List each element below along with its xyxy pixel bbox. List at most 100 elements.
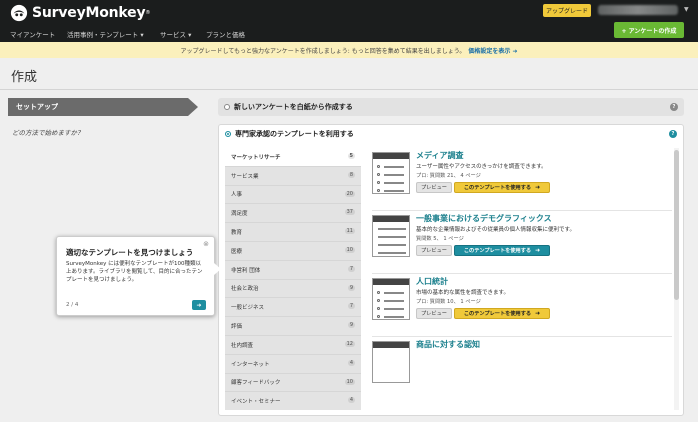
category-item[interactable]: 一般ビジネス 7 [225, 298, 361, 318]
category-item[interactable]: 評価 9 [225, 317, 361, 336]
create-survey-button[interactable]: + アンケートの作成 [614, 22, 684, 38]
template-list-scrollbar[interactable] [674, 148, 679, 410]
logo-registered-mark: ® [145, 10, 151, 16]
category-label: 一般ビジネス [231, 305, 265, 312]
category-label: マーケットリサーチ [231, 154, 281, 161]
category-item[interactable]: 非営利 団体 7 [225, 261, 361, 280]
category-item[interactable]: 医療 10 [225, 242, 361, 261]
upgrade-button[interactable]: アップグレード [543, 4, 591, 17]
nav-my-surveys[interactable]: マイアンケート [10, 29, 55, 39]
nav-examples-templates[interactable]: 活用事例・テンプレート ▾ [67, 29, 144, 39]
category-item[interactable]: 顧客フィードバック 10 [225, 374, 361, 393]
category-item[interactable]: 教育 11 [225, 223, 361, 242]
main-nav: マイアンケート 活用事例・テンプレート ▾ サービス ▾ プランと価格 [0, 27, 698, 42]
use-template-label: このテンプレートを使用する [463, 311, 532, 317]
expert-templates-option[interactable]: 専門家承認のテンプレートを利用する [225, 129, 354, 139]
category-item[interactable]: 社内調査 12 [225, 336, 361, 355]
view-pricing-link[interactable]: 価格設定を表示 ➜ [468, 46, 517, 55]
surveymonkey-logo-icon [10, 4, 28, 22]
category-count: 4 [347, 397, 355, 404]
category-count: 10 [344, 378, 355, 385]
category-item[interactable]: 人事 20 [225, 186, 361, 205]
template-title[interactable]: メディア調査 [416, 150, 463, 161]
use-template-button[interactable]: このテンプレートを使用する ➜ [454, 245, 550, 256]
template-card: 人口統計 市場の基本的な属性を調査できます。 プロ: 質問数 10、 1 ページ… [372, 274, 672, 337]
category-label: イベント・セミナー [231, 399, 281, 406]
category-item[interactable]: イベント・セミナー 4 [225, 392, 361, 410]
close-icon[interactable]: ⊗ [203, 240, 209, 248]
category-label: 教育 [231, 230, 243, 237]
preview-button[interactable]: プレビュー [416, 245, 452, 256]
category-item[interactable]: マーケットリサーチ 5 [225, 148, 361, 167]
template-title[interactable]: 一般事業におけるデモグラフィックス [416, 213, 552, 224]
category-label: 評価 [231, 324, 243, 331]
category-count: 11 [344, 228, 355, 235]
template-list: メディア調査 ユーザー属性やアクセスのきっかけを調査できます。 プロ: 質問数 … [366, 148, 672, 410]
arrow-right-icon: ➜ [535, 184, 541, 191]
template-meta: 質問数 5、 1 ページ [416, 236, 464, 242]
onboarding-tooltip: ⊗ 適切なテンプレートを見つけましょう SurveyMonkey には便利なテン… [56, 236, 221, 316]
template-description: 基本的な企業情報およびその従業員の個人情報収集に便利です。 [416, 227, 575, 233]
template-title[interactable]: 人口統計 [416, 276, 448, 287]
category-label: 顧客フィードバック [231, 380, 281, 387]
nav-plans-pricing[interactable]: プランと価格 [206, 29, 245, 39]
preview-button[interactable]: プレビュー [416, 308, 452, 319]
arrow-right-icon: ➜ [196, 301, 202, 309]
category-label: 社内調査 [231, 342, 254, 349]
use-template-button[interactable]: このテンプレートを使用する ➜ [454, 182, 550, 193]
category-label: サービス業 [231, 173, 259, 180]
use-template-label: このテンプレートを使用する [463, 185, 532, 191]
preview-button[interactable]: プレビュー [416, 182, 452, 193]
template-description: ユーザー属性やアクセスのきっかけを調査できます。 [416, 164, 547, 170]
logo[interactable]: SurveyMonkey ® [10, 4, 150, 22]
category-count: 20 [344, 190, 355, 197]
category-count: 7 [347, 303, 355, 310]
template-title[interactable]: 商品に対する認知 [416, 339, 480, 350]
template-thumbnail-icon[interactable] [372, 278, 410, 320]
expert-templates-panel: 専門家承認のテンプレートを利用する ? マーケットリサーチ 5 サービス業 8 人事… [218, 124, 684, 416]
start-question-label: どの方法で始めますか？ [12, 129, 84, 137]
scrollbar-thumb[interactable] [674, 150, 679, 300]
promo-text: アップグレードしてもっと強力なアンケートを作成しましょう: もっと回答を集めて結… [180, 47, 466, 55]
tooltip-title: 適切なテンプレートを見つけましょう [66, 248, 194, 257]
category-item[interactable]: サービス業 8 [225, 167, 361, 186]
category-item[interactable]: 社会と政治 9 [225, 280, 361, 299]
create-from-scratch-radio[interactable] [224, 104, 230, 110]
category-count: 5 [347, 153, 355, 159]
top-header: SurveyMonkey ® アップグレード ▼ [0, 0, 698, 27]
category-item[interactable]: インターネット 4 [225, 355, 361, 374]
template-thumbnail-icon[interactable] [372, 215, 410, 257]
category-label: 人事 [231, 192, 243, 199]
setup-step-tab[interactable]: セットアップ [8, 98, 198, 116]
tooltip-page-indicator: 2 / 4 [66, 302, 79, 308]
category-label: インターネット [231, 361, 270, 368]
template-card: メディア調査 ユーザー属性やアクセスのきっかけを調査できます。 プロ: 質問数 … [372, 148, 672, 211]
use-template-button[interactable]: このテンプレートを使用する ➜ [454, 308, 550, 319]
next-button[interactable]: ➜ [192, 300, 206, 310]
create-from-scratch-option[interactable]: 新しいアンケートを白紙から作成する ? [218, 98, 684, 116]
arrow-right-icon: ➜ [535, 247, 541, 254]
expert-templates-radio[interactable] [225, 131, 231, 137]
category-label: 医療 [231, 248, 243, 255]
chevron-down-icon[interactable]: ▼ [684, 6, 689, 13]
category-count: 8 [347, 171, 355, 178]
user-account-menu[interactable] [598, 5, 678, 15]
category-count: 9 [347, 284, 355, 291]
template-meta: プロ: 質問数 21、 4 ページ [416, 173, 481, 179]
template-thumbnail-icon[interactable] [372, 152, 410, 194]
create-from-scratch-label: 新しいアンケートを白紙から作成する [234, 103, 353, 111]
category-item[interactable]: 満足度 37 [225, 204, 361, 224]
category-count: 12 [344, 340, 355, 347]
tooltip-body: SurveyMonkey には便利なテンプレートが100種類以上あります。ライブ… [66, 261, 203, 283]
help-icon[interactable]: ? [670, 103, 678, 111]
nav-services[interactable]: サービス ▾ [160, 29, 191, 39]
category-label: 社会と政治 [231, 286, 259, 293]
category-count: 4 [347, 359, 355, 366]
logo-text: SurveyMonkey [32, 5, 146, 21]
category-label: 満足度 [231, 211, 248, 218]
category-label: 非営利 団体 [231, 267, 261, 274]
help-icon[interactable]: ? [669, 130, 677, 138]
category-count: 9 [347, 322, 355, 329]
template-thumbnail-icon[interactable] [372, 341, 410, 383]
template-category-list: マーケットリサーチ 5 サービス業 8 人事 20 満足度 37 教育 11 医療 10 非… [225, 148, 361, 410]
